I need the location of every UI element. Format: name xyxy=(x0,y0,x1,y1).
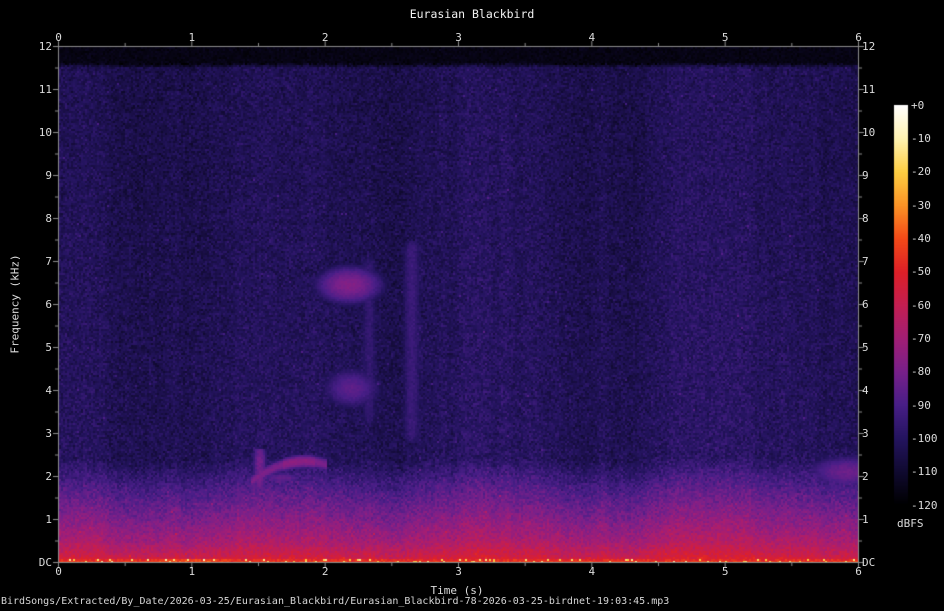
freq-tick-label-right: 11 xyxy=(862,83,876,96)
freq-tick-label-left: 2 xyxy=(45,470,52,483)
time-tick-label-bottom: 3 xyxy=(455,565,462,578)
freq-tick-label-right: 1 xyxy=(862,513,869,526)
freq-tick-label-left: 12 xyxy=(38,40,52,53)
colorbar-tick-label: -70 xyxy=(911,331,931,345)
freq-tick-label-left: 5 xyxy=(45,341,52,354)
freq-tick-label-right: 5 xyxy=(862,341,869,354)
colorbar-tick-label: -100 xyxy=(911,431,938,445)
time-tick-label-top: 5 xyxy=(721,31,729,44)
time-tick-label-bottom: 5 xyxy=(721,565,729,578)
colorbar-tick-label: +0 xyxy=(911,98,925,112)
colorbar-tick-label: -40 xyxy=(911,231,931,245)
freq-tick-label-left: 3 xyxy=(45,427,52,440)
freq-tick-label-left: 7 xyxy=(45,255,52,268)
freq-tick-label-left: 9 xyxy=(45,169,52,182)
freq-tick-label-left: 4 xyxy=(45,384,52,397)
freq-tick-label-right: 3 xyxy=(862,427,869,440)
spectrogram-page: Eurasian Blackbird Frequency (kHz) Time … xyxy=(0,0,944,611)
time-tick-label-top: 1 xyxy=(188,31,196,44)
spectrogram-canvas xyxy=(0,0,944,611)
freq-tick-label-left: 10 xyxy=(38,126,52,139)
colorbar-unit-label: dBFS xyxy=(897,517,924,530)
freq-tick-label-right: 7 xyxy=(862,255,869,268)
time-tick-label-bottom: 4 xyxy=(588,565,596,578)
freq-tick-label-right: 8 xyxy=(862,212,869,225)
colorbar-tick-label: -30 xyxy=(911,198,931,212)
freq-tick-label-right: DC xyxy=(862,556,876,569)
time-tick-label-bottom: 2 xyxy=(321,565,329,578)
freq-tick-label-right: 9 xyxy=(862,169,869,182)
chart-title: Eurasian Blackbird xyxy=(409,7,535,21)
file-path: BirdSongs/Extracted/By_Date/2026-03-25/E… xyxy=(1,596,670,607)
freq-tick-label-right: 10 xyxy=(862,126,876,139)
colorbar-tick-label: -120 xyxy=(911,498,938,512)
colorbar-tick-label: -10 xyxy=(911,131,931,145)
colorbar-tick-label: -20 xyxy=(911,165,931,179)
time-tick-label-top: 3 xyxy=(455,31,462,44)
freq-tick-label-right: 4 xyxy=(862,384,869,397)
freq-tick-label-right: 12 xyxy=(862,40,876,53)
freq-tick-label-left: 6 xyxy=(45,298,52,311)
time-tick-label-top: 4 xyxy=(588,31,596,44)
time-tick-label-bottom: 1 xyxy=(188,565,196,578)
colorbar-tick-label: -80 xyxy=(911,365,931,379)
time-tick-label-top: 2 xyxy=(321,31,329,44)
colorbar-tick-label: -110 xyxy=(911,465,938,479)
colorbar-tick-label: -60 xyxy=(911,298,931,312)
frequency-axis-label: Frequency (kHz) xyxy=(8,254,22,354)
colorbar-tick-label: -50 xyxy=(911,265,931,279)
freq-tick-label-left: 1 xyxy=(45,513,52,526)
colorbar-tick-label: -90 xyxy=(911,398,931,412)
freq-tick-label-right: 6 xyxy=(862,298,869,311)
freq-tick-label-left: 11 xyxy=(38,83,52,96)
freq-tick-label-left: DC xyxy=(38,556,52,569)
freq-tick-label-right: 2 xyxy=(862,470,869,483)
freq-tick-label-left: 8 xyxy=(45,212,52,225)
